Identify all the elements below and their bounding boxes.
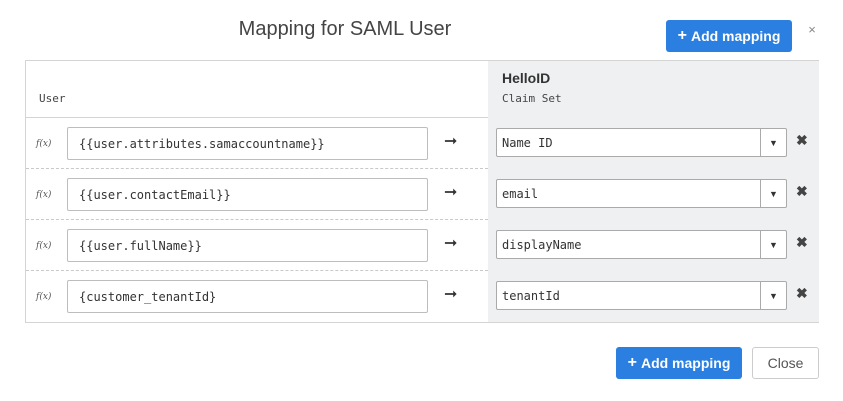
source-expression-input[interactable]	[67, 229, 428, 262]
source-expression-input[interactable]	[67, 178, 428, 211]
function-icon[interactable]: f(x)	[36, 190, 51, 200]
chevron-down-icon[interactable]: ▼	[760, 231, 786, 258]
plus-icon: +	[627, 354, 637, 371]
source-expression-input[interactable]	[67, 127, 428, 160]
mapping-dialog: Mapping for SAML User + Add mapping × Us…	[0, 0, 843, 401]
close-button[interactable]: Close	[752, 347, 819, 379]
add-mapping-label: Add mapping	[690, 28, 781, 44]
chevron-down-icon[interactable]: ▼	[760, 129, 786, 156]
mapping-row: f(x) ➞ tenantId ▼ ✖	[26, 271, 818, 322]
add-mapping-button-bottom[interactable]: + Add mapping	[616, 347, 742, 379]
arrow-right-icon: ➞	[444, 286, 458, 303]
dialog-title: Mapping for SAML User	[238, 18, 452, 40]
arrow-right-icon: ➞	[444, 235, 458, 252]
delete-row-icon[interactable]: ✖	[796, 234, 808, 251]
function-icon[interactable]: f(x)	[36, 292, 51, 302]
source-expression-input[interactable]	[67, 280, 428, 313]
plus-icon: +	[677, 27, 687, 44]
add-mapping-label: Add mapping	[640, 355, 731, 371]
claim-select[interactable]: Name ID ▼	[496, 128, 787, 157]
delete-row-icon[interactable]: ✖	[796, 183, 808, 200]
claim-select[interactable]: displayName ▼	[496, 230, 787, 259]
delete-row-icon[interactable]: ✖	[796, 285, 808, 302]
claim-select[interactable]: tenantId ▼	[496, 281, 787, 310]
close-icon[interactable]: ×	[805, 22, 819, 38]
helloid-header: HelloID	[502, 70, 551, 86]
claim-set-header: Claim Set	[502, 92, 562, 105]
user-column-header: User	[39, 92, 66, 105]
mapping-row: f(x) ➞ email ▼ ✖	[26, 169, 818, 220]
delete-row-icon[interactable]: ✖	[796, 132, 808, 149]
chevron-down-icon[interactable]: ▼	[760, 282, 786, 309]
claim-select-value: tenantId	[502, 289, 560, 303]
claim-select[interactable]: email ▼	[496, 179, 787, 208]
add-mapping-button-top[interactable]: + Add mapping	[666, 20, 792, 52]
claim-select-value: email	[502, 187, 539, 201]
arrow-right-icon: ➞	[444, 184, 458, 201]
mapping-row: f(x) ➞ Name ID ▼ ✖	[26, 118, 818, 169]
mapping-row: f(x) ➞ displayName ▼ ✖	[26, 220, 818, 271]
claim-select-value: Name ID	[502, 136, 553, 150]
mapping-table: User HelloID Claim Set f(x) ➞ Name ID ▼ …	[25, 60, 819, 323]
function-icon[interactable]: f(x)	[36, 139, 51, 149]
function-icon[interactable]: f(x)	[36, 241, 51, 251]
chevron-down-icon[interactable]: ▼	[760, 180, 786, 207]
claim-select-value: displayName	[502, 238, 582, 252]
arrow-right-icon: ➞	[444, 133, 458, 150]
